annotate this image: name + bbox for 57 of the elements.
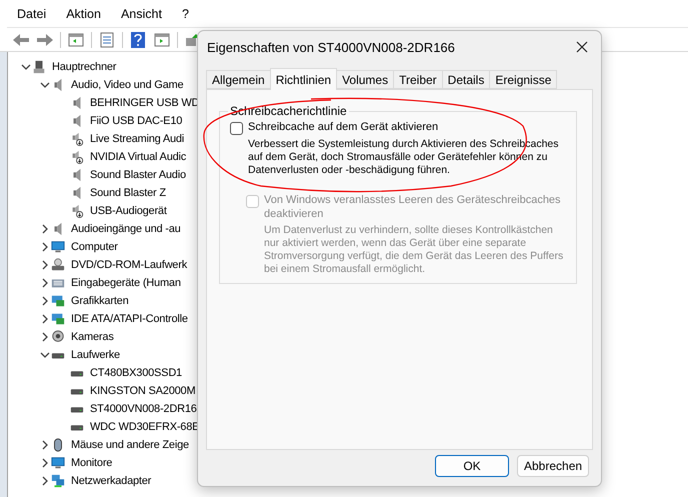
pc-icon bbox=[32, 60, 46, 74]
checkbox-label: Schreibcache auf dem Gerät aktivieren bbox=[248, 120, 438, 134]
forward-arrow-icon[interactable] bbox=[36, 32, 54, 48]
tree-item[interactable]: Audioeingänge und -au bbox=[71, 223, 181, 235]
checkbox-label: Von Windows veranlasstes Leeren des Geräteschreibcaches deaktivieren bbox=[264, 193, 562, 221]
back-arrow-icon[interactable] bbox=[12, 32, 30, 48]
card-icon bbox=[51, 294, 65, 308]
tree-item[interactable]: Computer bbox=[71, 241, 118, 253]
window-icon[interactable] bbox=[153, 32, 171, 48]
tab[interactable]: Details bbox=[442, 70, 490, 89]
mouse-icon bbox=[51, 438, 65, 452]
camera-icon bbox=[51, 330, 65, 344]
tree-item[interactable]: Audio, Video und Game bbox=[71, 79, 184, 91]
dialog-button[interactable]: Abbrechen bbox=[517, 455, 589, 477]
tree-item[interactable]: Laufwerke bbox=[71, 349, 120, 361]
tree-item[interactable]: USB-Audiogerät bbox=[90, 205, 167, 217]
tree-item[interactable]: Eingabegeräte (Human bbox=[71, 277, 181, 289]
card-icon bbox=[51, 312, 65, 326]
monitor-icon bbox=[51, 240, 65, 254]
monitor-icon bbox=[51, 456, 65, 470]
tab[interactable]: Richtlinien bbox=[270, 68, 338, 90]
tree-item[interactable]: FiiO USB DAC-E10 bbox=[90, 115, 182, 127]
tree-item[interactable]: WDC WD30EFRX-68E bbox=[90, 421, 200, 433]
tab[interactable]: Allgemein bbox=[206, 70, 271, 89]
dialog-title: Eigenschaften von ST4000VN008-2DR166 bbox=[207, 40, 455, 54]
tree-item[interactable]: Netzwerkadapter bbox=[71, 475, 152, 487]
tab[interactable]: Volumes bbox=[336, 70, 394, 89]
window-icon[interactable] bbox=[67, 32, 85, 48]
speaker-down-icon bbox=[70, 204, 84, 218]
tree-item[interactable]: NVIDIA Virtual Audic bbox=[90, 151, 186, 163]
tree-item[interactable]: Sound Blaster Audio bbox=[90, 169, 186, 181]
checkbox[interactable] bbox=[230, 122, 243, 135]
menu-item[interactable]: Datei bbox=[7, 6, 56, 20]
menu-item[interactable]: Ansicht bbox=[110, 6, 172, 20]
speaker-down-icon bbox=[70, 150, 84, 164]
tab[interactable]: Ereignisse bbox=[489, 70, 558, 89]
tree-item[interactable]: Sound Blaster Z bbox=[90, 187, 166, 199]
list-icon[interactable] bbox=[98, 32, 116, 48]
tree-item[interactable]: ST4000VN008-2DR16 bbox=[90, 403, 197, 415]
tree-item[interactable]: Live Streaming Audi bbox=[90, 133, 184, 145]
tab[interactable]: Treiber bbox=[393, 70, 443, 89]
tree-item[interactable]: Kameras bbox=[71, 331, 114, 343]
tree-item[interactable]: KINGSTON SA2000M bbox=[90, 385, 196, 397]
network-icon bbox=[51, 474, 65, 488]
tree-item[interactable]: DVD/CD-ROM-Laufwerk bbox=[71, 259, 187, 271]
menu-item[interactable]: ? bbox=[172, 6, 199, 20]
tree-item[interactable]: Grafikkarten bbox=[71, 295, 129, 307]
tree-item[interactable]: Mäuse und andere Zeige bbox=[71, 439, 189, 451]
menu-item[interactable]: Aktion bbox=[56, 6, 111, 20]
help-icon[interactable] bbox=[129, 32, 147, 48]
speaker-down-icon bbox=[70, 132, 84, 146]
tree-item[interactable]: IDE ATA/ATAPI-Controlle bbox=[71, 313, 188, 325]
option-description: Um Datenverlust zu verhindern, sollte dieses Kontrollkästchen nur aktiviert werden, wenn das Gerät über eine separate Stromversorgung verfügt, die dem Gerät das Leeren des Puffers bei einem Stromausfall ermöglicht. bbox=[264, 224, 564, 276]
tree-item[interactable]: Hauptrechner bbox=[52, 61, 116, 73]
dialog-button[interactable]: OK bbox=[435, 455, 509, 477]
tree-item[interactable]: Monitore bbox=[71, 457, 112, 469]
tree-item[interactable]: CT480BX300SSD1 bbox=[90, 367, 182, 379]
